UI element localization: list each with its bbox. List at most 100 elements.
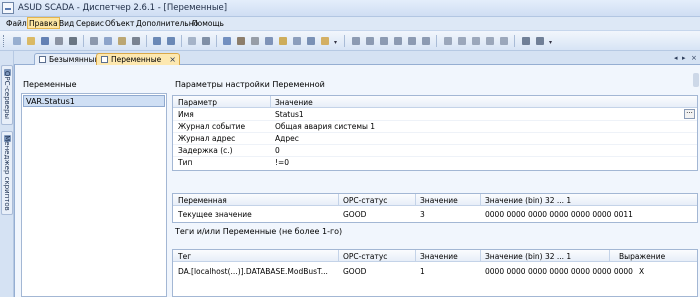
document-icon [101,56,108,63]
status-variable-cell: Текущее значение [178,210,252,219]
align-right-icon[interactable] [378,35,390,47]
side-tab-label: Менеджер скриптов [3,135,11,211]
copy-icon[interactable] [102,35,114,47]
list-item[interactable]: VAR.Status1 [23,95,165,107]
same-size-icon[interactable] [470,35,482,47]
menu-additional[interactable]: Дополнительно [135,18,199,30]
tab-label: Переменные [111,55,162,64]
side-tab-script-manager[interactable]: Менеджер скриптов [1,131,13,215]
current-value-grid: Переменная OPC-статус Значение Значение … [172,193,698,223]
row-divider [173,132,697,133]
print-icon[interactable] [53,35,65,47]
tools-icon[interactable] [235,35,247,47]
toolbar-overflow-icon[interactable]: ▾ [334,39,340,46]
same-height-icon[interactable] [456,35,468,47]
column-header-value-bin[interactable]: Значение (bin) 32 ... 1 [485,195,571,206]
variables-list[interactable]: VAR.Status1 [21,93,167,297]
align-middle-icon[interactable] [406,35,418,47]
window-title: ASUD SCADA - Диспетчер 2.6.1 - [Переменн… [18,3,228,13]
align-bottom-icon[interactable] [420,35,432,47]
diamond-icon[interactable] [277,35,289,47]
side-tab-opc-servers[interactable]: OPC-серверы [1,65,13,125]
column-header-parameter[interactable]: Параметр [178,97,217,108]
same-width-icon[interactable] [442,35,454,47]
save-icon[interactable] [39,35,51,47]
scrollbar-thumb[interactable] [693,73,699,87]
settings-icon[interactable] [249,35,261,47]
tag-opc-status-cell: GOOD [343,267,367,276]
page-icon[interactable] [186,35,198,47]
menu-edit[interactable]: Правка [27,17,60,29]
export-icon[interactable] [305,35,317,47]
param-type-value[interactable]: !=0 [275,157,289,168]
side-tab-label: OPC-серверы [3,70,11,120]
tags-grid: Тег OPC-статус Значение Значение (bin) 3… [172,249,698,297]
delete-icon[interactable] [130,35,142,47]
tag-bin-cell: 0000 0000 0000 0000 0000 0000 0000 [485,267,633,276]
column-header-opc-status[interactable]: OPC-статус [343,195,387,206]
align-left-icon[interactable] [350,35,362,47]
side-panel-tabs: OPC-серверы Менеджер скриптов [0,51,14,297]
tab-scroll-right-icon[interactable]: ▸ [682,54,686,62]
properties-icon[interactable] [67,35,79,47]
close-document-icon[interactable]: × [691,54,697,62]
grid-view-icon[interactable] [200,35,212,47]
param-log-event-value[interactable]: Общая авария системы 1 [275,121,375,132]
column-header-expression[interactable]: Выражение [619,251,665,262]
variables-pane: Переменные VAR.Status1 [21,73,167,297]
align-top-icon[interactable] [392,35,404,47]
menu-service[interactable]: Сервис [75,18,105,30]
param-delay-value[interactable]: 0 [275,145,280,156]
open-icon[interactable] [25,35,37,47]
tag-expression-cell[interactable]: X [639,266,644,277]
menu-help[interactable]: Помощь [191,18,225,30]
cut-icon[interactable] [88,35,100,47]
column-divider [338,250,339,262]
column-divider [415,250,416,262]
status-value-cell: 3 [420,210,425,219]
param-name-value[interactable]: Status1 [275,109,304,120]
paste-icon[interactable] [116,35,128,47]
snap-icon[interactable] [534,35,546,47]
grid-icon[interactable] [520,35,532,47]
comment-icon[interactable] [221,35,233,47]
column-header-opc-status[interactable]: OPC-статус [343,251,387,262]
param-log-address-label: Журнал адрес [178,134,236,143]
space-vertical-icon[interactable] [498,35,510,47]
import-icon[interactable] [291,35,303,47]
column-header-value[interactable]: Значение [420,251,458,262]
tab-scroll-left-icon[interactable]: ◂ [674,54,678,62]
column-header-value[interactable]: Значение [275,97,313,108]
redo-icon[interactable] [165,35,177,47]
tab-variables[interactable]: Переменные × [96,53,180,65]
menu-object[interactable]: Объект [104,18,135,30]
param-log-address-value[interactable]: Адрес [275,133,299,144]
toolbar-separator [83,35,84,47]
package-icon[interactable] [319,35,331,47]
toolbar-overflow-icon[interactable]: ▾ [549,39,555,46]
tag-path-cell[interactable]: DA.[localhost(...)].DATABASE.ModBusT... [178,266,336,277]
variables-title: Переменные [23,80,77,89]
toolbar-separator [181,35,182,47]
new-icon[interactable] [11,35,23,47]
undo-icon[interactable] [151,35,163,47]
menu-file[interactable]: Файл [5,18,28,30]
column-divider [609,250,610,262]
menu-view[interactable]: Вид [58,18,75,30]
tags-title: Теги и/или Переменные (не более 1-го) [175,227,343,236]
app-icon[interactable] [2,2,14,14]
close-icon[interactable]: × [169,54,176,65]
more-options-button[interactable]: ··· [684,109,695,119]
column-header-tag[interactable]: Тег [178,251,191,262]
menu-bar: Файл Правка Вид Сервис Объект Дополнител… [0,17,700,31]
column-header-value[interactable]: Значение [420,195,458,206]
column-header-variable[interactable]: Переменная [178,195,227,206]
link-icon[interactable] [263,35,275,47]
toolbar-grip[interactable] [3,35,6,47]
param-type-label: Тип [178,158,193,167]
column-header-value-bin[interactable]: Значение (bin) 32 ... 1 [485,251,571,262]
column-divider [415,194,416,206]
tab-label: Безымянный [49,55,100,64]
space-horizontal-icon[interactable] [484,35,496,47]
align-center-icon[interactable] [364,35,376,47]
